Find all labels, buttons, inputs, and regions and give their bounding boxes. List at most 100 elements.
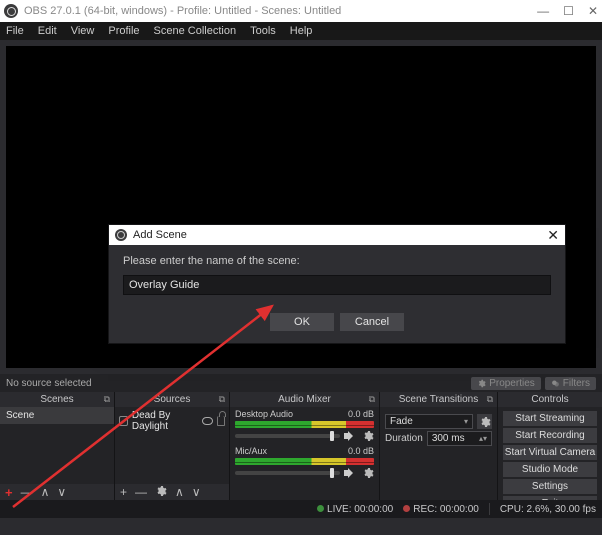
- volume-slider[interactable]: [235, 434, 340, 438]
- channel-name: Mic/Aux: [235, 446, 267, 456]
- transition-type-select[interactable]: Fade▾: [385, 414, 473, 429]
- rec-dot-icon: [403, 505, 410, 512]
- stepper-icon: ▴▾: [479, 434, 487, 443]
- menu-bar: File Edit View Profile Scene Collection …: [0, 22, 602, 40]
- popout-icon[interactable]: ⧉: [219, 394, 225, 405]
- start-recording-button[interactable]: Start Recording: [503, 428, 597, 443]
- speaker-icon[interactable]: [344, 431, 358, 441]
- gear-icon[interactable]: [362, 467, 374, 479]
- duration-input[interactable]: 300 ms▴▾: [427, 431, 492, 446]
- exit-button[interactable]: Exit: [503, 496, 597, 500]
- window-buttons: — ☐ ✕: [537, 4, 598, 18]
- volume-slider[interactable]: [235, 471, 340, 475]
- ok-button[interactable]: OK: [270, 313, 334, 331]
- live-status: LIVE: 00:00:00: [317, 504, 393, 515]
- no-source-label: No source selected: [6, 378, 92, 389]
- source-down-button[interactable]: ∨: [192, 486, 201, 498]
- menu-profile[interactable]: Profile: [108, 25, 139, 37]
- minimize-button[interactable]: —: [537, 4, 549, 18]
- source-item[interactable]: Dead By Daylight: [115, 407, 229, 435]
- sources-title: Sources⧉: [115, 392, 229, 407]
- status-bar: LIVE: 00:00:00 REC: 00:00:00 CPU: 2.6%, …: [0, 500, 602, 518]
- obs-logo-icon: [115, 229, 127, 241]
- mixer-title: Audio Mixer⧉: [230, 392, 379, 407]
- gear-icon: [477, 379, 486, 388]
- maximize-button[interactable]: ☐: [563, 4, 574, 18]
- filters-icon: [551, 379, 560, 388]
- window-title: OBS 27.0.1 (64-bit, windows) - Profile: …: [24, 5, 341, 17]
- docks-row: Scenes⧉ Scene + — ∧ ∨ Sources⧉ Dead By D…: [0, 392, 602, 500]
- channel-db: 0.0 dB: [348, 446, 374, 456]
- source-settings-button[interactable]: [155, 485, 167, 499]
- scenes-footer: + — ∧ ∨: [0, 484, 114, 500]
- properties-button[interactable]: Properties: [471, 377, 541, 390]
- menu-help[interactable]: Help: [290, 25, 313, 37]
- menu-scene-collection[interactable]: Scene Collection: [154, 25, 237, 37]
- close-icon[interactable]: ✕: [547, 227, 559, 244]
- scene-item[interactable]: Scene: [0, 407, 114, 424]
- live-dot-icon: [317, 505, 324, 512]
- dialog-prompt: Please enter the name of the scene:: [123, 255, 551, 267]
- separator: [489, 503, 490, 515]
- transitions-title: Scene Transitions⧉: [380, 392, 497, 407]
- add-scene-button[interactable]: +: [5, 486, 13, 499]
- menu-tools[interactable]: Tools: [250, 25, 276, 37]
- lock-icon[interactable]: [217, 416, 225, 426]
- channel-db: 0.0 dB: [348, 409, 374, 419]
- filters-button[interactable]: Filters: [545, 377, 596, 390]
- dialog-titlebar: Add Scene ✕: [109, 225, 565, 245]
- speaker-icon[interactable]: [344, 468, 358, 478]
- menu-edit[interactable]: Edit: [38, 25, 57, 37]
- cpu-status: CPU: 2.6%, 30.00 fps: [500, 504, 596, 515]
- duration-label: Duration: [385, 433, 423, 444]
- scene-up-button[interactable]: ∧: [41, 486, 50, 498]
- filters-label: Filters: [563, 378, 590, 389]
- menu-file[interactable]: File: [6, 25, 24, 37]
- popout-icon[interactable]: ⧉: [104, 394, 110, 405]
- controls-body: Start Streaming Start Recording Start Vi…: [498, 407, 602, 500]
- start-virtual-camera-button[interactable]: Start Virtual Camera: [503, 445, 597, 460]
- source-up-button[interactable]: ∧: [175, 486, 184, 498]
- sources-footer: + — ∧ ∨: [115, 484, 229, 500]
- sources-list[interactable]: Dead By Daylight: [115, 407, 229, 484]
- cancel-button[interactable]: Cancel: [340, 313, 404, 331]
- popout-icon[interactable]: ⧉: [369, 394, 375, 405]
- mixer-channel-desktop: Desktop Audio 0.0 dB: [230, 407, 379, 444]
- gear-icon[interactable]: [362, 430, 374, 442]
- rec-status: REC: 00:00:00: [403, 504, 479, 515]
- controls-title: Controls: [498, 392, 602, 407]
- source-type-icon: [119, 416, 128, 426]
- titlebar: OBS 27.0.1 (64-bit, windows) - Profile: …: [0, 0, 602, 22]
- properties-label: Properties: [489, 378, 535, 389]
- audio-mixer-dock: Audio Mixer⧉ Desktop Audio 0.0 dB Mic/Aux…: [230, 392, 380, 500]
- mixer-body: Desktop Audio 0.0 dB Mic/Aux 0.0 dB: [230, 407, 379, 500]
- start-streaming-button[interactable]: Start Streaming: [503, 411, 597, 426]
- popout-icon[interactable]: ⧉: [487, 394, 493, 405]
- channel-name: Desktop Audio: [235, 409, 293, 419]
- vu-meter: [235, 421, 374, 428]
- scene-name-input[interactable]: [123, 275, 551, 295]
- mixer-channel-mic: Mic/Aux 0.0 dB: [230, 444, 379, 481]
- visibility-icon[interactable]: [202, 417, 213, 425]
- transition-settings-button[interactable]: [477, 414, 492, 429]
- sources-dock: Sources⧉ Dead By Daylight + — ∧ ∨: [115, 392, 230, 500]
- menu-view[interactable]: View: [71, 25, 95, 37]
- dialog-body: Please enter the name of the scene:: [109, 245, 565, 305]
- gear-icon: [479, 416, 491, 428]
- scenes-list[interactable]: Scene: [0, 407, 114, 484]
- dialog-title: Add Scene: [133, 229, 187, 241]
- remove-scene-button[interactable]: —: [21, 486, 33, 498]
- transitions-body: Fade▾ Duration 300 ms▴▾: [380, 407, 497, 500]
- add-scene-dialog: Add Scene ✕ Please enter the name of the…: [108, 224, 566, 344]
- remove-source-button[interactable]: —: [135, 486, 147, 498]
- vu-meter: [235, 458, 374, 465]
- scenes-dock: Scenes⧉ Scene + — ∧ ∨: [0, 392, 115, 500]
- studio-mode-button[interactable]: Studio Mode: [503, 462, 597, 477]
- settings-button[interactable]: Settings: [503, 479, 597, 494]
- close-button[interactable]: ✕: [588, 4, 598, 18]
- add-source-button[interactable]: +: [120, 486, 127, 498]
- scene-down-button[interactable]: ∨: [57, 486, 66, 498]
- dialog-buttons: OK Cancel: [109, 305, 565, 343]
- source-toolbar: No source selected Properties Filters: [0, 374, 602, 392]
- chevron-down-icon: ▾: [464, 417, 468, 426]
